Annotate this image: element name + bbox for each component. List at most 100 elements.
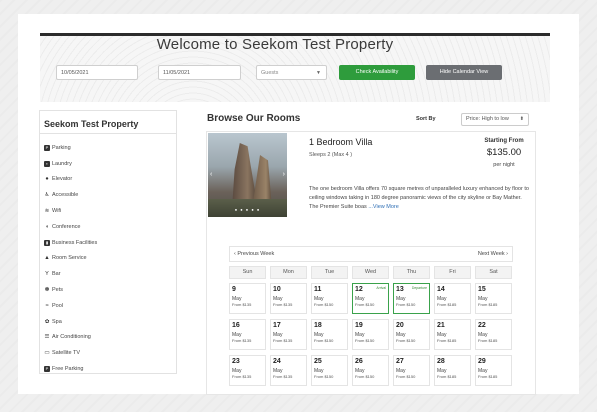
amenity-item: ≋ Wifi <box>44 208 62 215</box>
day-number: 16 <box>232 322 240 329</box>
amenity-item: ▪ Laundry <box>44 156 97 172</box>
day-tag: Departure <box>411 286 427 290</box>
day-price: From $185 <box>437 302 457 307</box>
calendar-day[interactable]: 19 May From $150 <box>352 319 389 350</box>
business-icon: ▮ <box>44 239 50 246</box>
room-description: The one bedroom Villa offers 70 square m… <box>309 185 531 212</box>
day-price: From $150 <box>396 374 416 379</box>
next-week-button[interactable]: Next Week › <box>478 247 508 261</box>
calendar-day[interactable]: 28 May From $185 <box>434 355 471 386</box>
spa-icon: ✿ <box>44 318 50 325</box>
calendar-day[interactable]: 22 May From $185 <box>475 319 512 350</box>
day-price: From $185 <box>478 338 498 343</box>
weekday-header: Mon <box>270 266 307 279</box>
checkout-date-input[interactable]: 11/05/2021 <box>158 65 241 80</box>
calendar-day[interactable]: 9 May From $135 <box>229 283 266 314</box>
day-price: From $150 <box>355 338 375 343</box>
calendar-day[interactable]: 18 May From $150 <box>311 319 348 350</box>
divider <box>40 133 176 134</box>
paw-icon: ✽ <box>44 287 50 294</box>
day-price: From $135 <box>232 338 252 343</box>
day-number: 22 <box>478 322 486 329</box>
conference-icon: ◖ <box>45 223 49 230</box>
browse-rooms-heading: Browse Our Rooms <box>207 113 301 124</box>
calendar-day[interactable]: 21 May From $185 <box>434 319 471 350</box>
calendar-day[interactable]: 11 May From $150 <box>311 283 348 314</box>
amenity-item: ● Elevator <box>45 176 73 183</box>
property-sidebar: Seekom Test Property P Parking ▪ Laundry ●… <box>39 110 177 374</box>
day-number: 9 <box>232 286 236 293</box>
property-name: Seekom Test Property <box>44 119 139 129</box>
weekday-header: Sat <box>475 266 512 279</box>
checkin-date-input[interactable]: 10/05/2021 <box>56 65 138 80</box>
day-number: 25 <box>314 358 322 365</box>
day-price: From $185 <box>478 374 498 379</box>
calendar-day[interactable]: 20 May From $150 <box>393 319 430 350</box>
day-number: 20 <box>396 322 404 329</box>
sort-value: Price: High to low <box>466 116 509 122</box>
chevron-down-icon: ▼ <box>316 70 321 76</box>
day-price: From $150 <box>314 302 334 307</box>
day-number: 21 <box>437 322 445 329</box>
calendar-day[interactable]: 13 May From $150 Departure <box>393 283 430 314</box>
bar-icon: Y <box>45 271 49 278</box>
calendar-day[interactable]: 23 May From $135 <box>229 355 266 386</box>
calendar-day[interactable]: 17 May From $135 <box>270 319 307 350</box>
calendar-day[interactable]: 24 May From $135 <box>270 355 307 386</box>
view-more-link[interactable]: ...View More <box>368 204 398 210</box>
carousel-dots[interactable]: ● ● ● ● ● <box>208 207 287 212</box>
day-price: From $150 <box>396 302 416 307</box>
hide-calendar-button[interactable]: Hide Calendar View <box>426 65 502 80</box>
sort-select[interactable]: Price: High to low ⬍ <box>461 113 529 126</box>
day-number: 27 <box>396 358 404 365</box>
calendar-day[interactable]: 15 May From $185 <box>475 283 512 314</box>
room-service-icon: ▲ <box>44 255 50 262</box>
weekday-header: Wed <box>352 266 389 279</box>
weekday-header: Sun <box>229 266 266 279</box>
calendar-day[interactable]: 27 May From $150 <box>393 355 430 386</box>
amenity-item: Y Bar <box>45 271 61 278</box>
calendar-day[interactable]: 26 May From $150 <box>352 355 389 386</box>
wheelchair-icon: ♿ <box>44 192 50 199</box>
check-availability-button[interactable]: Check Availability <box>339 65 415 80</box>
amenity-item: ✿ Spa <box>44 318 62 325</box>
calendar-day[interactable]: 10 May From $135 <box>270 283 307 314</box>
day-price: From $150 <box>396 338 416 343</box>
per-night-label: per night <box>493 162 515 168</box>
calendar-day[interactable]: 14 May From $185 <box>434 283 471 314</box>
page-title: Welcome to Seekom Test Property <box>156 36 394 53</box>
day-price: From $150 <box>314 374 334 379</box>
calendar-navigation: ‹ Previous Week Next Week › <box>229 246 513 262</box>
calendar-day[interactable]: 25 May From $150 <box>311 355 348 386</box>
amenity-list: P Parking ▪ Laundry ● Elevator ♿ Accessible … <box>44 140 97 377</box>
room-description-text: The one bedroom Villa offers 70 square m… <box>309 186 529 210</box>
weekday-header: Tue <box>311 266 348 279</box>
chevron-right-icon[interactable]: › <box>283 171 285 178</box>
amenity-item: ✽ Pets <box>44 287 64 294</box>
day-number: 24 <box>273 358 281 365</box>
day-price: From $185 <box>478 302 498 307</box>
calendar-day[interactable]: 12 May From $150 Arrival <box>352 283 389 314</box>
amenity-item: ▲ Room Service <box>44 255 87 262</box>
previous-week-button[interactable]: ‹ Previous Week <box>234 247 274 261</box>
day-number: 26 <box>355 358 363 365</box>
air-conditioning-icon: ☰ <box>44 334 50 341</box>
search-header: Welcome to Seekom Test Property 10/05/20… <box>40 33 550 102</box>
day-number: 23 <box>232 358 240 365</box>
day-number: 28 <box>437 358 445 365</box>
day-price: From $135 <box>232 302 252 307</box>
laundry-icon: ▪ <box>44 160 50 167</box>
day-number: 10 <box>273 286 281 293</box>
room-name[interactable]: 1 Bedroom Villa <box>309 137 372 147</box>
amenity-item: ◖ Conference <box>45 223 81 230</box>
amenity-item: ≈ Pool <box>45 302 64 309</box>
availability-calendar: ‹ Previous Week Next Week › Sun Mon Tue Wed… <box>229 246 513 396</box>
calendar-day[interactable]: 29 May From $185 <box>475 355 512 386</box>
chevron-left-icon[interactable]: ‹ <box>210 171 212 178</box>
calendar-day[interactable]: 16 May From $135 <box>229 319 266 350</box>
day-price: From $150 <box>314 338 334 343</box>
amenity-item: ☰ Air Conditioning <box>44 334 91 341</box>
guests-select[interactable]: Guests ▼ <box>256 65 327 80</box>
room-photo-carousel[interactable]: ‹ › ● ● ● ● ● <box>208 133 287 217</box>
weekday-header: Fri <box>434 266 471 279</box>
